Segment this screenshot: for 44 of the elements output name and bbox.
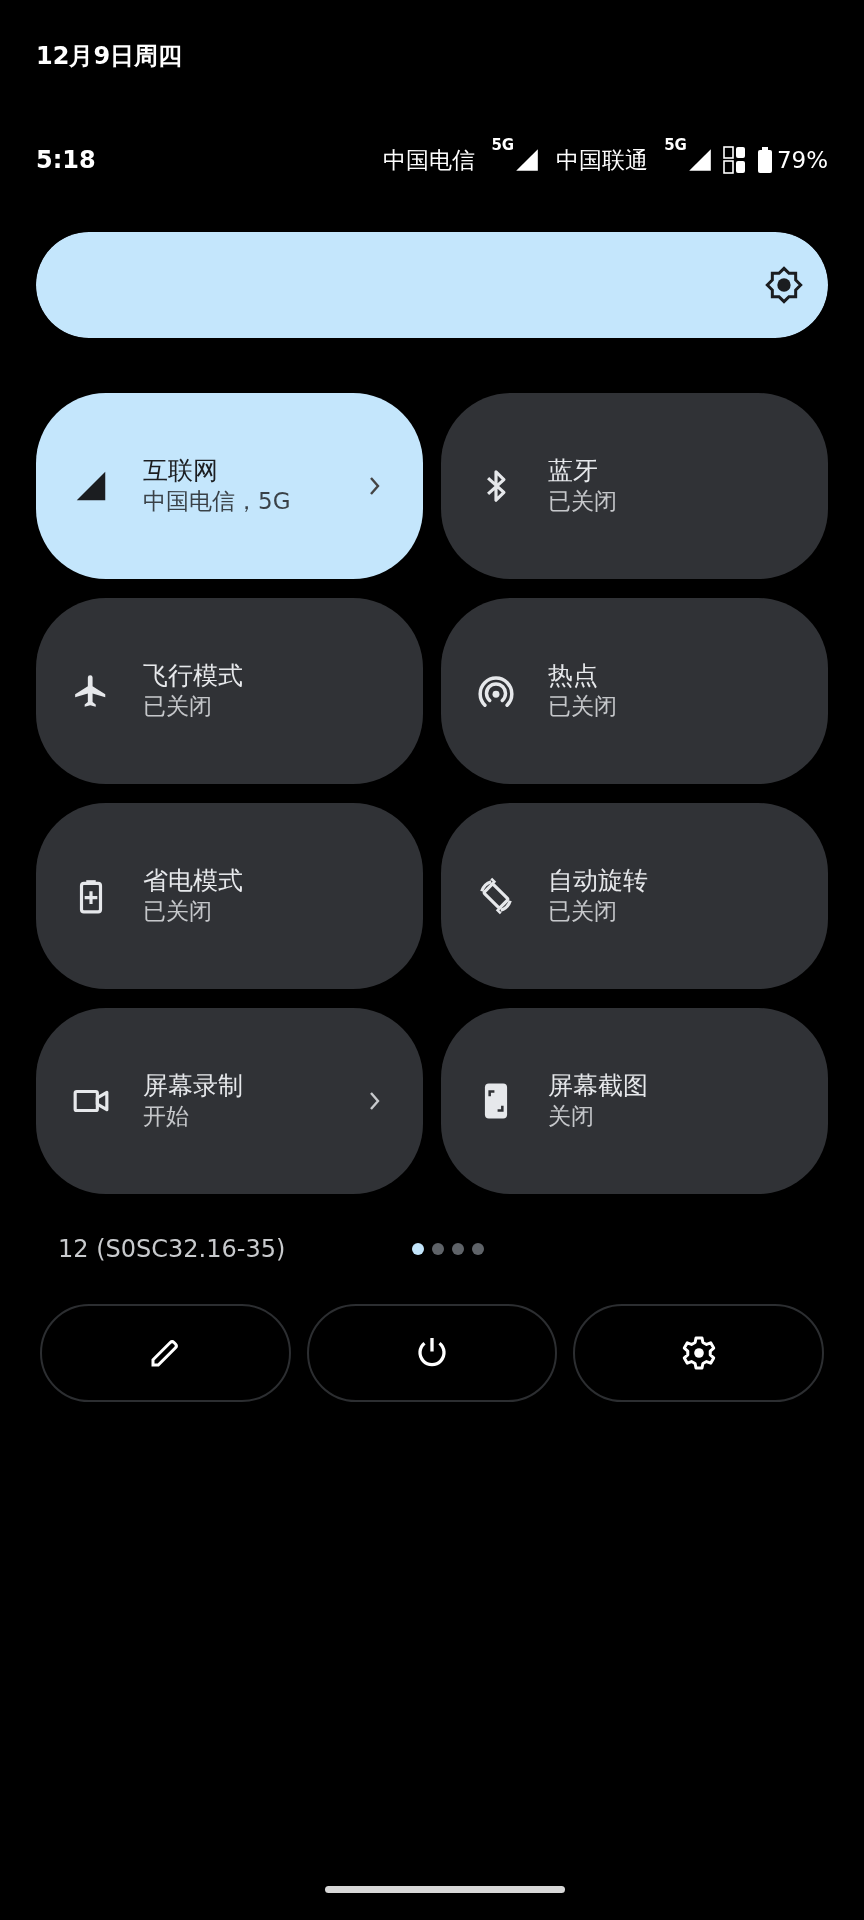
- carrier-name: 中国电信: [383, 145, 476, 175]
- clock: 5:18: [36, 145, 96, 176]
- page-dot[interactable]: [432, 1243, 444, 1255]
- tile-title: 省电模式: [143, 864, 244, 897]
- tile-status: 开始: [143, 1102, 190, 1132]
- battery-percent: 79%: [776, 145, 828, 175]
- quick-settings-tile[interactable]: 屏幕录制 开始: [36, 1008, 423, 1194]
- tile-status: 关闭: [548, 1102, 595, 1132]
- page-dot[interactable]: [452, 1243, 464, 1255]
- quick-settings-tile[interactable]: 蓝牙 已关闭: [441, 393, 828, 579]
- carrier-name: 中国联通: [556, 145, 649, 175]
- quick-settings-tile[interactable]: 屏幕截图 关闭: [441, 1008, 828, 1194]
- tile-status: 已关闭: [143, 897, 213, 927]
- tile-title: 互联网: [143, 454, 219, 487]
- page-dot[interactable]: [412, 1243, 424, 1255]
- tile-status: 中国电信，5G: [143, 487, 292, 517]
- signal-icon: [514, 147, 541, 173]
- page-dot[interactable]: [472, 1243, 484, 1255]
- quick-settings-tile[interactable]: 热点 已关闭: [441, 598, 828, 784]
- tile-status: 已关闭: [548, 897, 618, 927]
- build-number: 12 (S0SC32.16-35): [58, 1235, 286, 1263]
- quick-settings-tile[interactable]: 自动旋转 已关闭: [441, 803, 828, 989]
- tile-title: 屏幕录制: [143, 1069, 244, 1102]
- gesture-handle[interactable]: [325, 1886, 565, 1893]
- date-text: 12月9日周四: [36, 41, 184, 72]
- tile-title: 屏幕截图: [548, 1069, 649, 1102]
- signal-icon: [686, 147, 713, 173]
- rotate-icon: [477, 877, 515, 915]
- tile-title: 热点: [548, 659, 599, 692]
- tile-title: 自动旋转: [548, 864, 649, 897]
- settings-icon: [680, 1335, 717, 1371]
- tile-status: 已关闭: [143, 692, 213, 722]
- network-type: 5G: [491, 138, 515, 153]
- quick-settings-tile[interactable]: 互联网 中国电信，5G: [36, 393, 423, 579]
- tile-title: 蓝牙: [548, 454, 599, 487]
- tile-title: 飞行模式: [143, 659, 244, 692]
- quick-settings-tile[interactable]: 飞行模式 已关闭: [36, 598, 423, 784]
- quick-settings-tile[interactable]: 省电模式 已关闭: [36, 803, 423, 989]
- tile-status: 已关闭: [548, 487, 618, 517]
- network-type: 5G: [664, 138, 687, 153]
- tile-status: 已关闭: [548, 692, 618, 722]
- battery-icon: [756, 146, 773, 174]
- brightness-icon: [764, 265, 804, 305]
- sim-icon: [722, 146, 747, 174]
